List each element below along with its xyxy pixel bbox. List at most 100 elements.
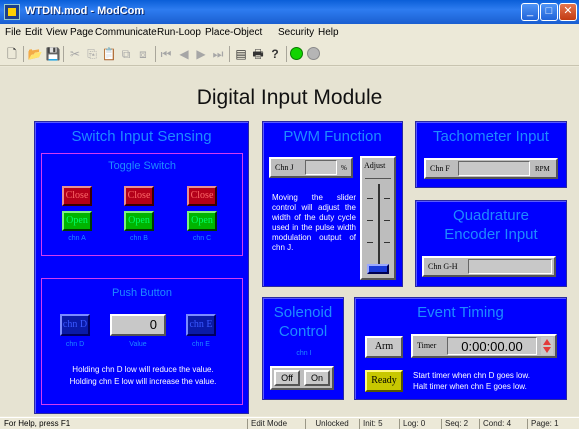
close-button-chn-a[interactable]: Close [62, 186, 92, 206]
status-page: Page: 1 [527, 419, 569, 429]
close-button[interactable]: ✕ [559, 3, 577, 21]
menu-file[interactable]: File [5, 27, 21, 38]
new-file-icon[interactable]: 🗋 [4, 46, 20, 62]
slider-divider [365, 178, 391, 179]
event-timing-panel: Event Timing Arm Ready Timer 0:00:00.00 … [354, 297, 567, 400]
pwm-unit: % [341, 164, 347, 172]
paste-icon[interactable]: 📋 [101, 46, 117, 62]
timer-spinner[interactable] [541, 337, 553, 355]
menu-bar: File Edit View Page Communicate Run-Loop… [0, 24, 579, 42]
push-value-display: 0 [110, 314, 166, 336]
first-page-icon[interactable]: ⏮ [158, 46, 174, 62]
slider-thumb[interactable] [367, 264, 389, 274]
toolbar: 🗋 📂 💾 ✂ ⎘ 📋 ⧉ ⧈ ⏮ ◀ ▶ ⏭ ▤ 🖶 ? [0, 42, 579, 66]
ready-button[interactable]: Ready [365, 370, 403, 392]
spinner-arrows-icon [541, 337, 553, 355]
timer-label: Timer [417, 341, 437, 350]
slider-tick [384, 220, 390, 221]
last-page-icon[interactable]: ⏭ [210, 46, 226, 62]
run-green-icon[interactable] [290, 47, 303, 60]
push-button-chn-e[interactable]: chn E [186, 314, 216, 336]
stop-gray-icon[interactable] [307, 47, 320, 60]
open-button-chn-a[interactable]: Open [62, 211, 92, 231]
status-mode: Edit Mode [247, 419, 301, 429]
menu-page[interactable]: Page [70, 27, 93, 38]
paste-object-icon[interactable]: ⧈ [135, 46, 151, 62]
quad-value-box [468, 259, 552, 274]
menu-help[interactable]: Help [318, 27, 339, 38]
solenoid-title-line2: Control [278, 323, 328, 340]
solenoid-switch: Off On [270, 366, 334, 390]
status-lock: Unlocked [305, 419, 355, 429]
switch-input-panel: Switch Input Sensing Toggle Switch Close… [34, 121, 249, 414]
event-note-line1: Start timer when chn D goes low. [413, 371, 530, 380]
solenoid-on-button[interactable]: On [304, 370, 330, 386]
quad-field-label: Chn G-H [428, 262, 458, 271]
push-note-line1: Holding chn D low will reduce the value. [72, 365, 214, 374]
open-folder-icon[interactable]: 📂 [27, 46, 43, 62]
menu-place-object[interactable]: Place-Object [205, 27, 262, 38]
app-icon [4, 4, 20, 20]
push-note-line2: Holding chn E low will increase the valu… [69, 377, 217, 386]
status-bar: For Help, press F1 Edit Mode Unlocked In… [0, 417, 579, 429]
timer-value: 0:00:00.00 [447, 337, 537, 355]
tach-unit: RPM [535, 165, 550, 173]
maximize-button[interactable]: □ [540, 3, 558, 21]
title-bar: WTDIN.mod - ModCom _ □ ✕ [0, 0, 579, 24]
toolbar-separator [155, 46, 156, 62]
toolbar-separator [229, 46, 230, 62]
slider-tick [367, 198, 373, 199]
save-icon[interactable]: 💾 [45, 46, 61, 62]
solenoid-off-button[interactable]: Off [274, 370, 300, 386]
previous-page-icon[interactable]: ◀ [176, 46, 192, 62]
push-button-chn-d[interactable]: chn D [60, 314, 90, 336]
help-icon[interactable]: ? [267, 46, 283, 62]
close-button-chn-b[interactable]: Close [124, 186, 154, 206]
properties-icon[interactable]: ▤ [233, 46, 249, 62]
copy-icon[interactable]: ⎘ [84, 46, 100, 62]
open-button-chn-c[interactable]: Open [187, 211, 217, 231]
tach-value-box [458, 161, 530, 176]
push-value-label: Value [129, 341, 147, 348]
pwm-adjust-slider[interactable]: Adjust [360, 156, 396, 280]
pwm-value-box [305, 160, 337, 175]
pwm-panel: PWM Function Chn J % Moving the slider c… [262, 121, 403, 287]
switch-panel-title: Switch Input Sensing [71, 128, 212, 145]
cut-icon[interactable]: ✂ [67, 46, 83, 62]
menu-run-loop[interactable]: Run-Loop [157, 27, 201, 38]
quadrature-panel: Quadrature Encoder Input Chn G-H [415, 200, 567, 287]
toolbar-separator [63, 46, 64, 62]
quadrature-title-line1: Quadrature [453, 207, 529, 224]
event-timing-title: Event Timing [417, 304, 504, 321]
channel-label-a: chn A [68, 235, 86, 242]
push-button-title: Push Button [112, 287, 172, 299]
pwm-description: Moving the slider control will adjust th… [272, 193, 356, 252]
status-cond: Cond: 4 [479, 419, 523, 429]
menu-communicate[interactable]: Communicate [95, 27, 157, 38]
toolbar-separator [23, 46, 24, 62]
status-help-text: For Help, press F1 [4, 419, 71, 428]
menu-security[interactable]: Security [278, 27, 314, 38]
quad-chn-gh-field: Chn G-H [422, 256, 556, 277]
push-button-group: Push Button chn D chn D 0 Value chn E ch… [41, 278, 243, 405]
solenoid-channel-label: chn I [296, 350, 312, 357]
open-button-chn-b[interactable]: Open [124, 211, 154, 231]
channel-label-c: chn C [192, 235, 212, 242]
arm-button[interactable]: Arm [365, 336, 403, 358]
status-seq: Seq: 2 [441, 419, 475, 429]
toggle-switch-group: Toggle Switch Close Open chn A Close Ope… [41, 153, 243, 256]
menu-view[interactable]: View [46, 27, 68, 38]
toggle-switch-title: Toggle Switch [108, 160, 176, 172]
minimize-button[interactable]: _ [521, 3, 539, 21]
print-icon[interactable]: 🖶 [250, 46, 266, 62]
slider-tick [367, 242, 373, 243]
slider-tick [384, 242, 390, 243]
copy-object-icon[interactable]: ⧉ [118, 46, 134, 62]
next-page-icon[interactable]: ▶ [193, 46, 209, 62]
pwm-chn-j-field: Chn J % [269, 157, 353, 178]
tachometer-panel: Tachometer Input Chn F RPM [415, 121, 567, 188]
menu-edit[interactable]: Edit [25, 27, 42, 38]
close-button-chn-c[interactable]: Close [187, 186, 217, 206]
push-chn-e-label: chn E [192, 341, 210, 348]
timer-field: Timer 0:00:00.00 [411, 334, 557, 358]
